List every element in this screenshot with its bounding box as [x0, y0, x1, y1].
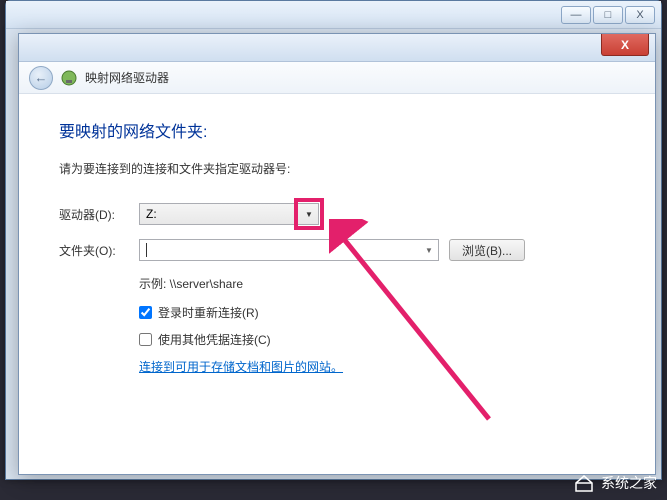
reconnect-label: 登录时重新连接(R) — [158, 304, 259, 321]
watermark-text: 系统之家 — [601, 473, 657, 493]
back-arrow-icon: ← — [35, 70, 48, 85]
text-cursor — [146, 243, 147, 257]
instruction-text: 请为要连接到的连接和文件夹指定驱动器号: — [59, 160, 615, 177]
network-drive-icon — [61, 70, 77, 86]
map-network-drive-dialog: X ← 映射网络驱动器 要映射的网络文件夹: 请为要连接到的连接和文件夹指定驱动… — [18, 33, 656, 475]
parent-titlebar: — □ X — [6, 1, 661, 29]
watermark: 系统之家 — [573, 472, 657, 494]
example-text: 示例: \\server\share — [139, 275, 615, 292]
drive-value: Z: — [146, 207, 157, 221]
folder-input[interactable]: ▼ — [139, 239, 439, 261]
reconnect-checkbox[interactable] — [139, 306, 152, 319]
dialog-content: 要映射的网络文件夹: 请为要连接到的连接和文件夹指定驱动器号: 驱动器(D): … — [19, 94, 655, 399]
nav-bar: ← 映射网络驱动器 — [19, 62, 655, 94]
dialog-close-button[interactable]: X — [601, 34, 649, 56]
chevron-down-icon: ▼ — [300, 204, 318, 224]
maximize-button[interactable]: □ — [593, 6, 623, 24]
close-button[interactable]: X — [625, 6, 655, 24]
drive-dropdown[interactable]: Z: ▼ — [139, 203, 319, 225]
minimize-button[interactable]: — — [561, 6, 591, 24]
reconnect-row: 登录时重新连接(R) — [139, 304, 615, 321]
browse-button[interactable]: 浏览(B)... — [449, 239, 525, 261]
credentials-row: 使用其他凭据连接(C) — [139, 331, 615, 348]
folder-row: 文件夹(O): ▼ 浏览(B)... — [59, 239, 615, 261]
back-button[interactable]: ← — [29, 66, 53, 90]
credentials-checkbox[interactable] — [139, 333, 152, 346]
drive-row: 驱动器(D): Z: ▼ — [59, 203, 615, 225]
dialog-titlebar: X — [19, 34, 655, 62]
credentials-label: 使用其他凭据连接(C) — [158, 331, 271, 348]
chevron-down-icon: ▼ — [420, 240, 438, 260]
parent-window: — □ X X ← 映射网络驱动器 要映射的网络文件夹: 请为要连接到的连接和文… — [5, 0, 662, 480]
dialog-title: 映射网络驱动器 — [85, 69, 169, 86]
folder-label: 文件夹(O): — [59, 242, 129, 259]
drive-label: 驱动器(D): — [59, 206, 129, 223]
heading: 要映射的网络文件夹: — [59, 118, 615, 142]
house-icon — [573, 472, 595, 494]
storage-website-link[interactable]: 连接到可用于存储文档和图片的网站。 — [139, 358, 615, 375]
